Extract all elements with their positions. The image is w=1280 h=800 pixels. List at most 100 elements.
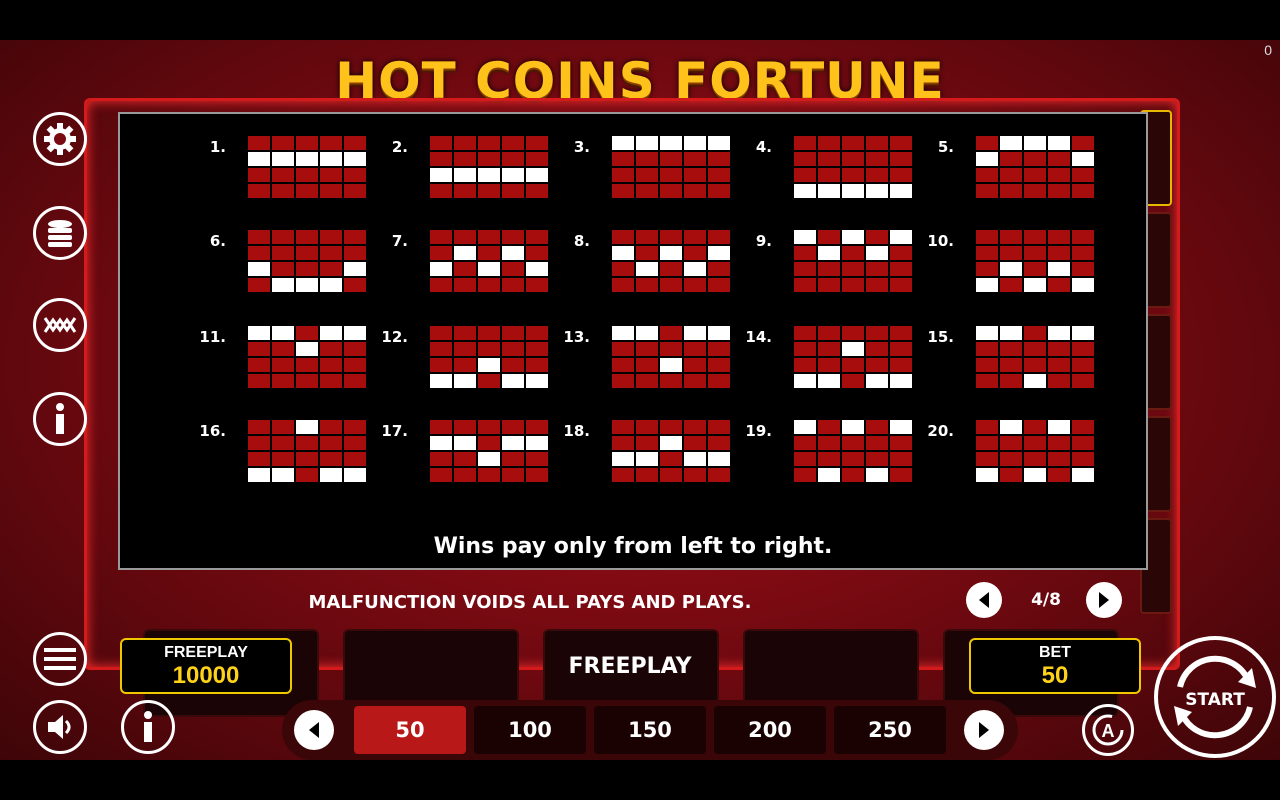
- payline-cell-active: [708, 452, 730, 466]
- payline-cell: [794, 168, 816, 182]
- bet-option[interactable]: 50: [354, 706, 466, 754]
- payline-cell: [1048, 152, 1070, 166]
- payline-cell: [248, 374, 270, 388]
- payline-cell-active: [684, 136, 706, 150]
- bet-option[interactable]: 150: [594, 706, 706, 754]
- payline-cell: [1024, 452, 1046, 466]
- next-page-button[interactable]: [1086, 582, 1122, 618]
- bet-option[interactable]: 200: [714, 706, 826, 754]
- payline-cell: [684, 152, 706, 166]
- payline-cell: [636, 168, 658, 182]
- bet-label: BET: [1039, 644, 1071, 661]
- payline-cell: [272, 374, 294, 388]
- settings-button[interactable]: [33, 112, 87, 166]
- payline-cell: [526, 246, 548, 260]
- payline-cell: [320, 246, 342, 260]
- payline-cell-active: [478, 452, 500, 466]
- page-pager: 4/8: [966, 582, 1126, 618]
- payline-cell: [248, 436, 270, 450]
- payline-cell-active: [890, 184, 912, 198]
- payline-cell: [660, 152, 682, 166]
- payline-cell-active: [1000, 136, 1022, 150]
- game-screen: 0 HOT COINS FORTUNE 1. 2. 3. 4. 5. 6. 7.…: [0, 40, 1280, 760]
- payline-pattern: [246, 418, 368, 484]
- payline-number: 16.: [199, 422, 226, 440]
- payline-cell-active: [344, 326, 366, 340]
- bet-option[interactable]: 100: [474, 706, 586, 754]
- bet-option[interactable]: 250: [834, 706, 946, 754]
- bet-next-button[interactable]: [964, 710, 1004, 750]
- payline-cell: [612, 436, 634, 450]
- payline-cell: [296, 452, 318, 466]
- payline-number: 9.: [755, 232, 772, 250]
- payline-cell: [1048, 168, 1070, 182]
- payline-cell: [272, 262, 294, 276]
- payline-cell: [708, 436, 730, 450]
- payline-cell-active: [502, 246, 524, 260]
- start-button[interactable]: START: [1154, 636, 1276, 758]
- paylines-button[interactable]: [33, 298, 87, 352]
- payline-cell-active: [976, 468, 998, 482]
- malfunction-note: MALFUNCTION VOIDS ALL PAYS AND PLAYS.: [308, 592, 752, 613]
- payline-cell: [454, 278, 476, 292]
- payline-cell: [430, 342, 452, 356]
- payline-item: 16.: [186, 418, 368, 488]
- payline-cell: [1024, 184, 1046, 198]
- payline-cell-active: [660, 358, 682, 372]
- payline-cell: [1024, 168, 1046, 182]
- payline-cell: [248, 136, 270, 150]
- payline-pattern: [610, 228, 732, 294]
- payline-cell: [454, 342, 476, 356]
- payline-cell: [818, 436, 840, 450]
- payline-cell: [296, 262, 318, 276]
- payline-cell: [1000, 246, 1022, 260]
- payline-item: 17.: [368, 418, 550, 488]
- sound-button[interactable]: [33, 700, 87, 754]
- bet-prev-button[interactable]: [294, 710, 334, 750]
- payline-cell: [1000, 152, 1022, 166]
- payline-cell-active: [684, 326, 706, 340]
- payline-cell: [1072, 168, 1094, 182]
- payline-cell-active: [1048, 326, 1070, 340]
- info-button[interactable]: [33, 392, 87, 446]
- payline-cell: [818, 230, 840, 244]
- info-button-bottom[interactable]: [121, 700, 175, 754]
- prev-page-button[interactable]: [966, 582, 1002, 618]
- menu-button[interactable]: [33, 632, 87, 686]
- payline-cell: [296, 326, 318, 340]
- payline-cell: [296, 184, 318, 198]
- payline-cell: [248, 452, 270, 466]
- payline-cell: [478, 230, 500, 244]
- payline-cell: [612, 262, 634, 276]
- payline-cell: [1048, 342, 1070, 356]
- payline-cell: [526, 278, 548, 292]
- payline-cell: [478, 468, 500, 482]
- payline-cell: [344, 342, 366, 356]
- payline-cell: [794, 246, 816, 260]
- payline-cell: [248, 278, 270, 292]
- payline-cell: [1024, 358, 1046, 372]
- payline-cell: [842, 262, 864, 276]
- payline-cell: [526, 420, 548, 434]
- payline-cell: [612, 168, 634, 182]
- payline-cell-active: [1000, 420, 1022, 434]
- coins-button[interactable]: [33, 206, 87, 260]
- payline-cell: [636, 246, 658, 260]
- payline-cell: [478, 184, 500, 198]
- payline-cell: [660, 342, 682, 356]
- payline-cell-active: [248, 326, 270, 340]
- payline-cell-active: [296, 278, 318, 292]
- payline-cell: [1072, 230, 1094, 244]
- autoplay-button[interactable]: A: [1082, 704, 1134, 756]
- payline-cell: [794, 452, 816, 466]
- payline-cell: [866, 326, 888, 340]
- payline-cell-active: [454, 168, 476, 182]
- payline-cell: [1000, 168, 1022, 182]
- payline-cell-active: [636, 262, 658, 276]
- payline-cell: [478, 136, 500, 150]
- payline-cell: [478, 342, 500, 356]
- payline-cell: [272, 342, 294, 356]
- payline-cell: [612, 468, 634, 482]
- payline-pattern: [246, 324, 368, 390]
- payline-cell: [636, 358, 658, 372]
